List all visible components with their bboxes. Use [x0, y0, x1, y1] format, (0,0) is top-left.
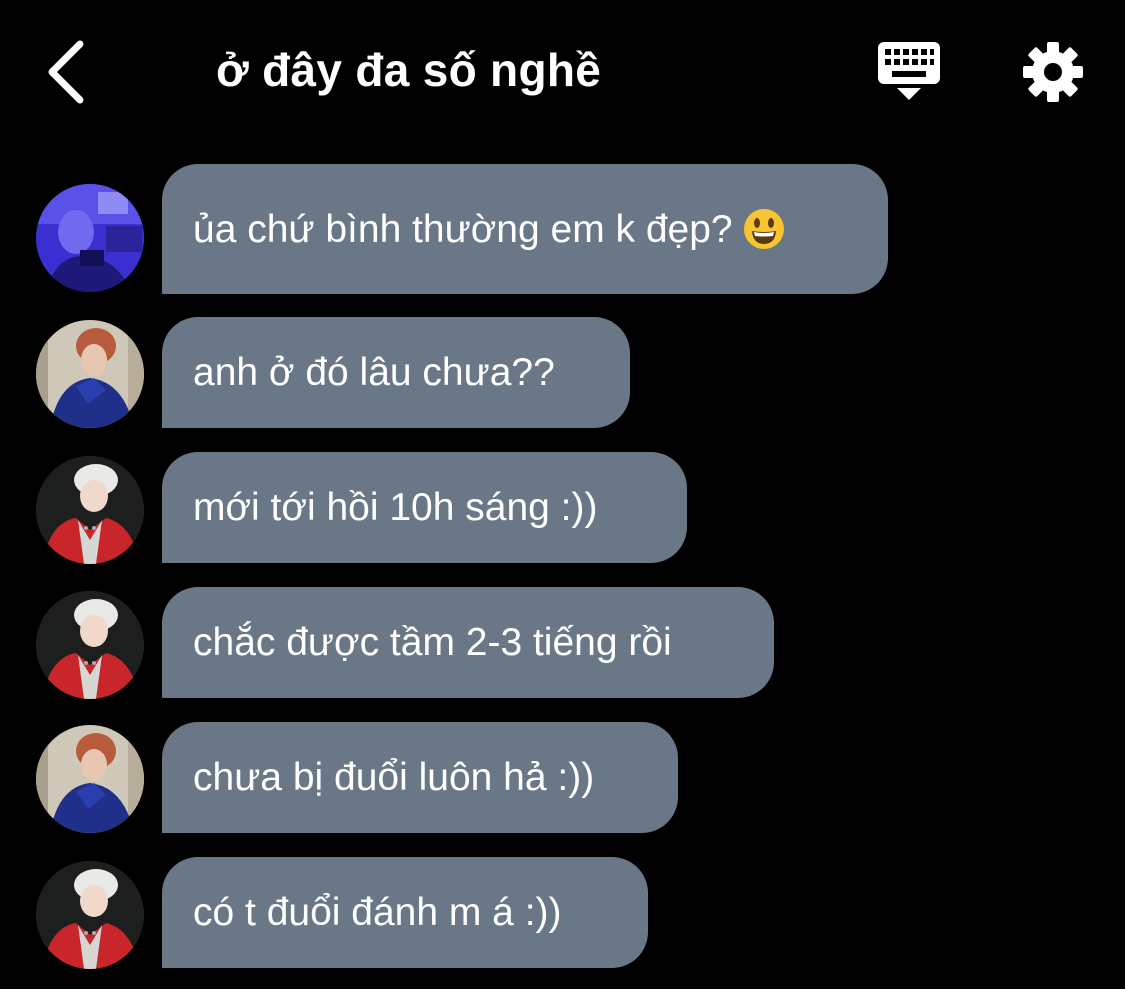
message-bubble[interactable]: có t đuổi đánh m á :)) — [162, 857, 648, 968]
chat-header: ở đây đa số nghề — [0, 0, 1125, 140]
chat-message: chắc được tầm 2-3 tiếng rồi — [0, 587, 1125, 699]
gear-icon — [1023, 42, 1083, 102]
chat-message: chưa bị đuổi luôn hả :)) — [0, 722, 1125, 833]
chevron-left-icon — [48, 40, 84, 104]
back-button[interactable] — [40, 36, 100, 106]
message-text: mới tới hồi 10h sáng :)) — [193, 486, 598, 529]
avatar-red-jacket[interactable] — [36, 591, 144, 699]
message-text: có t đuổi đánh m á :)) — [193, 891, 562, 934]
keyboard-button[interactable] — [876, 40, 942, 104]
message-bubble[interactable]: ủa chứ bình thường em k đẹp? — [162, 164, 888, 294]
avatar-red-jacket[interactable] — [36, 456, 144, 564]
keyboard-icon — [878, 42, 940, 100]
grinning-face-emoji — [743, 209, 784, 249]
avatar-blue-jacket[interactable] — [36, 725, 144, 833]
chat-message: có t đuổi đánh m á :)) — [0, 857, 1125, 969]
chat-title: ở đây đa số nghề — [216, 44, 602, 96]
avatar-red-jacket[interactable] — [36, 861, 144, 969]
message-text: chưa bị đuổi luôn hả :)) — [193, 756, 595, 799]
message-bubble[interactable]: anh ở đó lâu chưa?? — [162, 317, 630, 428]
chat-message: mới tới hồi 10h sáng :)) — [0, 452, 1125, 564]
message-text: chắc được tầm 2-3 tiếng rồi — [193, 621, 672, 664]
message-bubble[interactable]: mới tới hồi 10h sáng :)) — [162, 452, 687, 563]
chat-message: anh ở đó lâu chưa?? — [0, 317, 1125, 428]
message-text: ủa chứ bình thường em k đẹp? — [193, 207, 733, 251]
avatar-blue-jacket[interactable] — [36, 320, 144, 428]
message-text: anh ở đó lâu chưa?? — [193, 351, 555, 394]
chat-message: ủa chứ bình thường em k đẹp? — [0, 164, 1125, 294]
message-bubble[interactable]: chắc được tầm 2-3 tiếng rồi — [162, 587, 774, 698]
avatar-purple-photo[interactable] — [36, 184, 144, 292]
message-bubble[interactable]: chưa bị đuổi luôn hả :)) — [162, 722, 678, 833]
settings-button[interactable] — [1021, 40, 1085, 104]
